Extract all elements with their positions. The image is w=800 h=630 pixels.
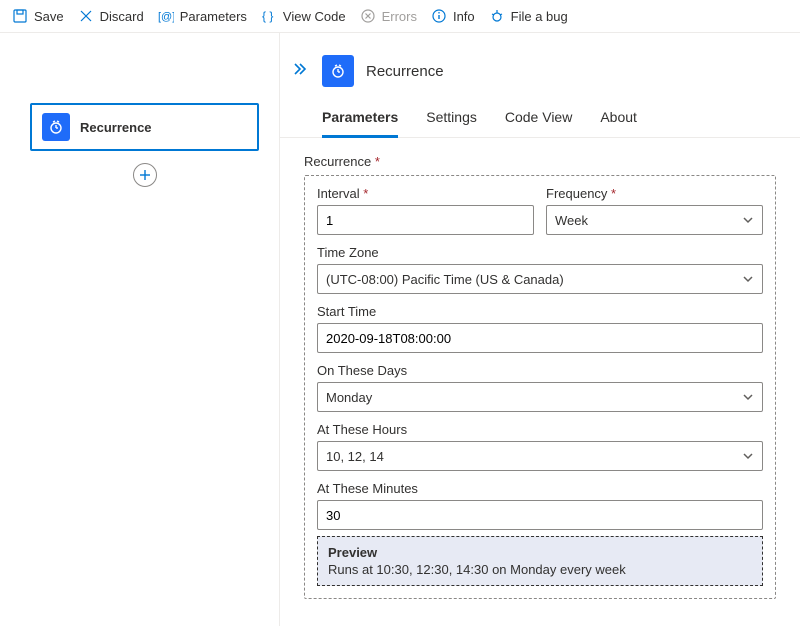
- designer-canvas: Recurrence: [0, 33, 280, 626]
- file-bug-label: File a bug: [511, 9, 568, 24]
- preview-title: Preview: [328, 545, 752, 560]
- chevron-down-icon: [742, 391, 754, 403]
- save-label: Save: [34, 9, 64, 24]
- view-code-button[interactable]: { } View Code: [261, 8, 346, 24]
- panel-title: Recurrence: [366, 63, 444, 80]
- days-value: Monday: [326, 390, 372, 405]
- chevron-down-icon: [742, 214, 754, 226]
- chevron-down-icon: [742, 450, 754, 462]
- details-panel: Recurrence Parameters Settings Code View…: [280, 33, 800, 626]
- days-select[interactable]: Monday: [317, 382, 763, 412]
- braces-icon: { }: [261, 8, 277, 24]
- section-label: Recurrence *: [304, 154, 776, 169]
- preview-box: Preview Runs at 10:30, 12:30, 14:30 on M…: [317, 536, 763, 586]
- tab-about[interactable]: About: [600, 109, 637, 137]
- info-label: Info: [453, 9, 475, 24]
- errors-label: Errors: [382, 9, 417, 24]
- timezone-label: Time Zone: [317, 245, 763, 260]
- collapse-panel-button[interactable]: [292, 61, 308, 80]
- discard-button[interactable]: Discard: [78, 8, 144, 24]
- days-label: On These Days: [317, 363, 763, 378]
- tab-parameters[interactable]: Parameters: [322, 109, 398, 138]
- plus-icon: [139, 169, 151, 181]
- required-asterisk: *: [375, 154, 380, 169]
- frequency-select[interactable]: Week: [546, 205, 763, 235]
- hours-label: At These Hours: [317, 422, 763, 437]
- timezone-select[interactable]: (UTC-08:00) Pacific Time (US & Canada): [317, 264, 763, 294]
- error-icon: [360, 8, 376, 24]
- discard-label: Discard: [100, 9, 144, 24]
- main-area: Recurrence Recurrence Parameters Setting…: [0, 33, 800, 626]
- parameters-button[interactable]: [@] Parameters: [158, 8, 247, 24]
- panel-badge: [322, 55, 354, 87]
- tab-code-view[interactable]: Code View: [505, 109, 572, 137]
- bug-icon: [489, 8, 505, 24]
- panel-header: Recurrence: [280, 33, 800, 87]
- clock-icon: [48, 119, 64, 135]
- file-bug-button[interactable]: File a bug: [489, 8, 568, 24]
- view-code-label: View Code: [283, 9, 346, 24]
- timezone-value: (UTC-08:00) Pacific Time (US & Canada): [326, 272, 564, 287]
- svg-text:[@]: [@]: [158, 11, 174, 23]
- add-step-button[interactable]: [133, 163, 157, 187]
- recurrence-group: Interval * Frequency * Week Time Zone: [304, 175, 776, 599]
- start-time-label: Start Time: [317, 304, 763, 319]
- recurrence-badge: [42, 113, 70, 141]
- clock-icon: [330, 63, 346, 79]
- errors-button: Errors: [360, 8, 417, 24]
- chevron-down-icon: [742, 273, 754, 285]
- chevron-right-double-icon: [292, 61, 308, 77]
- svg-text:{ }: { }: [262, 9, 273, 23]
- frequency-value: Week: [555, 213, 588, 228]
- start-time-input[interactable]: [317, 323, 763, 353]
- recurrence-card-title: Recurrence: [80, 120, 152, 135]
- info-button[interactable]: Info: [431, 8, 475, 24]
- tab-settings[interactable]: Settings: [426, 109, 477, 137]
- tabs: Parameters Settings Code View About: [280, 87, 800, 138]
- frequency-label: Frequency *: [546, 186, 763, 201]
- minutes-input[interactable]: [317, 500, 763, 530]
- preview-text: Runs at 10:30, 12:30, 14:30 on Monday ev…: [328, 562, 752, 577]
- parameters-label: Parameters: [180, 9, 247, 24]
- save-button[interactable]: Save: [12, 8, 64, 24]
- interval-input[interactable]: [317, 205, 534, 235]
- recurrence-card[interactable]: Recurrence: [30, 103, 259, 151]
- save-icon: [12, 8, 28, 24]
- toolbar: Save Discard [@] Parameters { } View Cod…: [0, 0, 800, 33]
- info-icon: [431, 8, 447, 24]
- hours-value: 10, 12, 14: [326, 449, 384, 464]
- close-icon: [78, 8, 94, 24]
- interval-label: Interval *: [317, 186, 534, 201]
- minutes-label: At These Minutes: [317, 481, 763, 496]
- form-area: Recurrence * Interval * Frequency * Week: [280, 138, 800, 615]
- parameters-icon: [@]: [158, 8, 174, 24]
- hours-select[interactable]: 10, 12, 14: [317, 441, 763, 471]
